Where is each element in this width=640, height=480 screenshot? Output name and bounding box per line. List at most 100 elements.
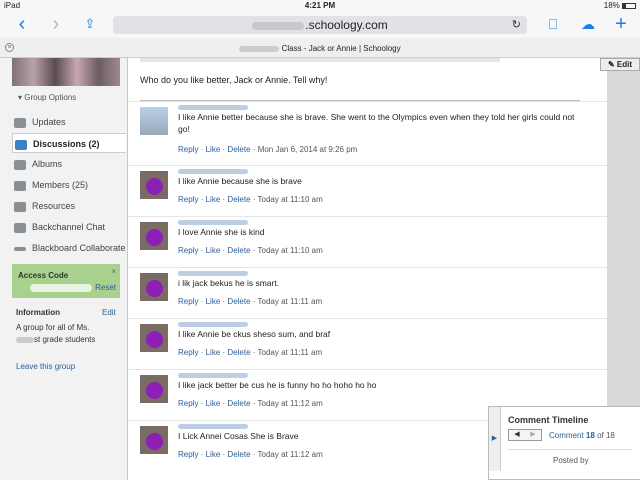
avatar[interactable] xyxy=(140,273,168,301)
updates-icon xyxy=(14,117,26,128)
redacted-author-name xyxy=(178,220,248,225)
redacted-grade xyxy=(16,336,34,343)
comment-text: I love Annie she is kind xyxy=(178,227,265,237)
albums-icon xyxy=(14,159,26,170)
sidebar-item-backchannel-chat[interactable]: Backchannel Chat xyxy=(14,217,128,237)
share-icon[interactable]: ⇪ xyxy=(80,15,100,35)
reload-icon[interactable]: ↻ xyxy=(512,16,521,34)
reply-link[interactable]: Reply xyxy=(178,297,198,306)
comment-timestamp: Today at 11:11 am xyxy=(257,297,323,306)
group-cover-photo xyxy=(12,58,120,86)
collapse-timeline-icon[interactable]: ▶ xyxy=(489,407,501,471)
information-edit-link[interactable]: Edit xyxy=(102,308,116,317)
delete-link[interactable]: Delete xyxy=(227,348,250,357)
avatar[interactable] xyxy=(140,222,168,250)
separator: · xyxy=(252,145,256,154)
redacted-class-name xyxy=(239,45,280,52)
avatar[interactable] xyxy=(140,324,168,352)
timeline-nav: ◀ ▶ xyxy=(508,429,542,441)
delete-link[interactable]: Delete xyxy=(227,145,250,154)
comment-timestamp: Today at 11:12 am xyxy=(257,399,323,408)
edit-button[interactable]: ✎ Edit xyxy=(600,58,640,71)
separator: · xyxy=(252,399,256,408)
separator: · xyxy=(200,195,204,204)
comment-actions: Reply · Like · Delete · Today at 11:11 a… xyxy=(178,297,322,306)
comment-item: I like Annie better because she is brave… xyxy=(128,101,607,154)
separator: · xyxy=(200,450,204,459)
comment-actions: Reply · Like · Delete · Today at 11:10 a… xyxy=(178,195,323,204)
separator: · xyxy=(222,399,226,408)
redacted-author-name xyxy=(178,169,248,174)
next-comment-button[interactable]: ▶ xyxy=(525,430,541,440)
like-link[interactable]: Like xyxy=(206,450,221,459)
reply-link[interactable]: Reply xyxy=(178,145,198,154)
avatar[interactable] xyxy=(140,107,168,135)
like-link[interactable]: Like xyxy=(206,145,221,154)
sidebar-item-resources[interactable]: Resources xyxy=(14,196,128,216)
sidebar-item-updates[interactable]: Updates xyxy=(14,112,128,132)
avatar[interactable] xyxy=(140,375,168,403)
group-sidebar: ▾ Group Options Updates Discussions (2) … xyxy=(0,58,128,480)
separator: · xyxy=(222,348,226,357)
delete-link[interactable]: Delete xyxy=(227,297,250,306)
delete-link[interactable]: Delete xyxy=(227,399,250,408)
sidebar-item-discussions[interactable]: Discussions (2) xyxy=(12,133,126,153)
access-code-box: Access Code × Reset xyxy=(12,264,120,298)
like-link[interactable]: Like xyxy=(206,195,221,204)
avatar[interactable] xyxy=(140,171,168,199)
back-icon[interactable]: ‹ xyxy=(12,14,32,35)
like-link[interactable]: Like xyxy=(206,246,221,255)
separator: · xyxy=(252,246,256,255)
like-link[interactable]: Like xyxy=(206,297,221,306)
sidebar-item-blackboard-collaborate[interactable]: Blackboard Collaborate xyxy=(14,238,128,258)
prev-comment-button[interactable]: ◀ xyxy=(509,430,525,440)
sidebar-item-label: Resources xyxy=(32,201,76,211)
posted-by-label: Posted by xyxy=(553,456,589,465)
group-options-link[interactable]: ▾ Group Options xyxy=(18,93,76,102)
tab-title[interactable]: Class - Jack or Annie | Schoology xyxy=(0,44,640,53)
separator: · xyxy=(200,399,204,408)
comment-actions: Reply · Like · Delete · Today at 11:12 a… xyxy=(178,450,323,459)
battery-icon xyxy=(622,2,636,9)
like-link[interactable]: Like xyxy=(206,348,221,357)
separator: · xyxy=(252,450,256,459)
access-code-label: Access Code xyxy=(18,271,69,280)
reply-link[interactable]: Reply xyxy=(178,246,198,255)
bookmarks-icon[interactable]: ⎕ xyxy=(543,15,563,35)
comment-text: I like Annie because she is brave xyxy=(178,176,302,186)
sidebar-item-albums[interactable]: Albums xyxy=(14,154,128,174)
sidebar-item-label: Updates xyxy=(32,117,66,127)
sidebar-item-members[interactable]: Members (25) xyxy=(14,175,128,195)
cloud-icon[interactable]: ☁ xyxy=(578,15,598,35)
like-link[interactable]: Like xyxy=(206,399,221,408)
leave-group-link[interactable]: Leave this group xyxy=(16,362,75,371)
reset-access-code-link[interactable]: Reset xyxy=(95,283,116,292)
delete-link[interactable]: Delete xyxy=(227,246,250,255)
address-bar[interactable]: .schoology.com ↻ xyxy=(113,16,527,34)
information-heading: Information xyxy=(16,308,60,317)
edit-button-label: Edit xyxy=(616,60,633,69)
forward-icon[interactable]: › xyxy=(46,14,66,35)
comment-counter-label: Comment xyxy=(549,431,584,440)
comment-text: I like Annie be ckus sheso sum, and braf xyxy=(178,329,331,339)
tab-bar: × Class - Jack or Annie | Schoology xyxy=(0,38,640,58)
separator: · xyxy=(252,297,256,306)
reply-link[interactable]: Reply xyxy=(178,348,198,357)
delete-link[interactable]: Delete xyxy=(227,450,250,459)
new-tab-icon[interactable]: + xyxy=(611,14,631,35)
close-icon[interactable]: × xyxy=(111,267,116,276)
tab-title-text: Class - Jack or Annie | Schoology xyxy=(281,44,401,53)
delete-link[interactable]: Delete xyxy=(227,195,250,204)
redacted-subdomain xyxy=(252,21,305,30)
reply-link[interactable]: Reply xyxy=(178,195,198,204)
cut-off-header xyxy=(140,58,500,62)
redacted-access-code xyxy=(30,284,92,292)
reply-link[interactable]: Reply xyxy=(178,399,198,408)
separator: · xyxy=(222,195,226,204)
avatar[interactable] xyxy=(140,426,168,454)
comment-actions: Reply · Like · Delete · Today at 11:11 a… xyxy=(178,348,322,357)
comment-actions: Reply · Like · Delete · Mon Jan 6, 2014 … xyxy=(178,145,357,154)
comment-text: I like Annie better because she is brave… xyxy=(178,112,575,134)
reply-link[interactable]: Reply xyxy=(178,450,198,459)
members-icon xyxy=(14,180,26,191)
